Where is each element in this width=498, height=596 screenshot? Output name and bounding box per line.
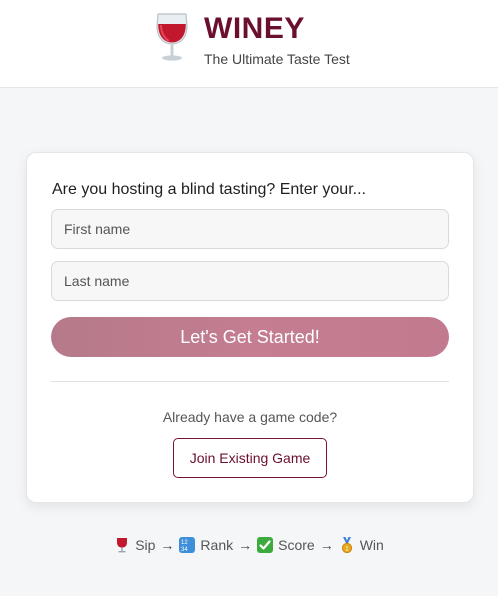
app-header: WINEY The Ultimate Taste Test — [0, 0, 498, 88]
svg-text:12: 12 — [181, 540, 188, 546]
steps-tagline: Sip → 12 34 Rank → Score → 1 Win — [0, 535, 498, 555]
wine-glass-icon — [117, 538, 128, 553]
step-win: 1 Win — [339, 537, 384, 553]
step-label: Score — [278, 537, 315, 553]
check-box-icon — [257, 537, 274, 553]
app-subtitle: The Ultimate Taste Test — [204, 51, 350, 67]
step-label: Win — [359, 537, 384, 553]
arrow: → — [319, 537, 334, 553]
medal-icon: 1 — [341, 537, 352, 553]
step-label: Sip — [135, 537, 156, 553]
join-existing-game-button[interactable]: Join Existing Game — [173, 438, 327, 478]
host-prompt: Are you hosting a blind tasting? Enter y… — [52, 181, 366, 198]
svg-text:34: 34 — [181, 547, 188, 553]
first-name-input[interactable] — [51, 209, 449, 249]
game-code-question: Already have a game code? — [162, 409, 338, 425]
wine-glass-icon — [156, 13, 188, 61]
step-rank: 12 34 Rank — [179, 537, 233, 553]
step-score: Score — [257, 537, 315, 553]
divider — [51, 381, 449, 382]
app-title: WINEY — [204, 12, 305, 45]
host-card: Are you hosting a blind tasting? Enter y… — [26, 152, 474, 503]
arrow: → — [238, 537, 253, 553]
get-started-button[interactable]: Let's Get Started! — [51, 317, 449, 357]
step-sip: Sip — [114, 537, 155, 553]
arrow: → — [160, 537, 175, 553]
numbers-icon: 12 34 — [179, 537, 196, 553]
step-label: Rank — [200, 537, 234, 553]
last-name-input[interactable] — [51, 261, 449, 301]
